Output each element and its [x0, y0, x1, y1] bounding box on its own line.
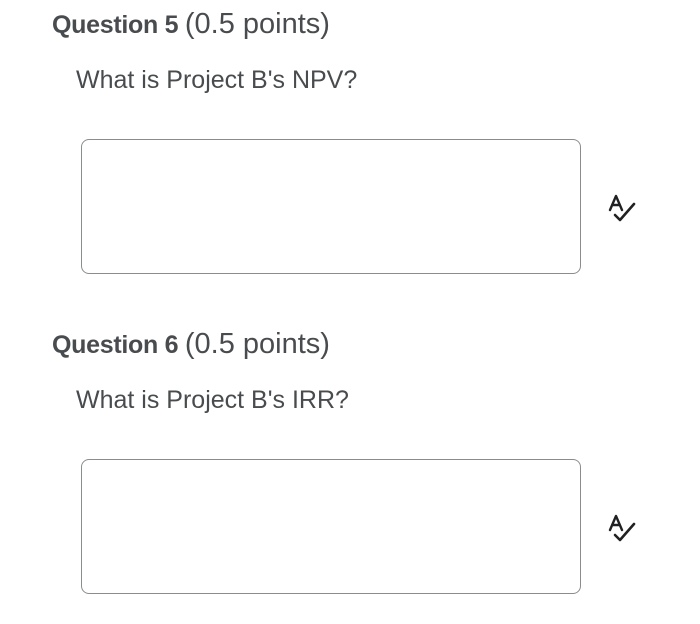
question-5-title: Question 5 — [52, 11, 179, 39]
question-5-spell-check-button[interactable] — [606, 192, 638, 224]
question-5-heading: Question 5 (0.5 points) — [52, 8, 330, 41]
question-6: Question 6 (0.5 points) What is Project … — [0, 328, 700, 608]
question-6-heading: Question 6 (0.5 points) — [52, 328, 330, 361]
spell-check-icon — [606, 512, 638, 544]
spell-check-icon — [606, 192, 638, 224]
question-6-title: Question 6 — [52, 331, 179, 359]
question-5: Question 5 (0.5 points) What is Project … — [0, 8, 700, 288]
question-6-answer-field[interactable] — [81, 459, 581, 594]
question-6-spell-check-button[interactable] — [606, 512, 638, 544]
question-5-points: (0.5 points) — [184, 8, 330, 40]
question-6-points: (0.5 points) — [184, 328, 330, 360]
question-5-prompt: What is Project B's NPV? — [76, 66, 358, 94]
question-5-answer-field[interactable] — [81, 139, 581, 274]
question-6-prompt: What is Project B's IRR? — [76, 386, 349, 414]
